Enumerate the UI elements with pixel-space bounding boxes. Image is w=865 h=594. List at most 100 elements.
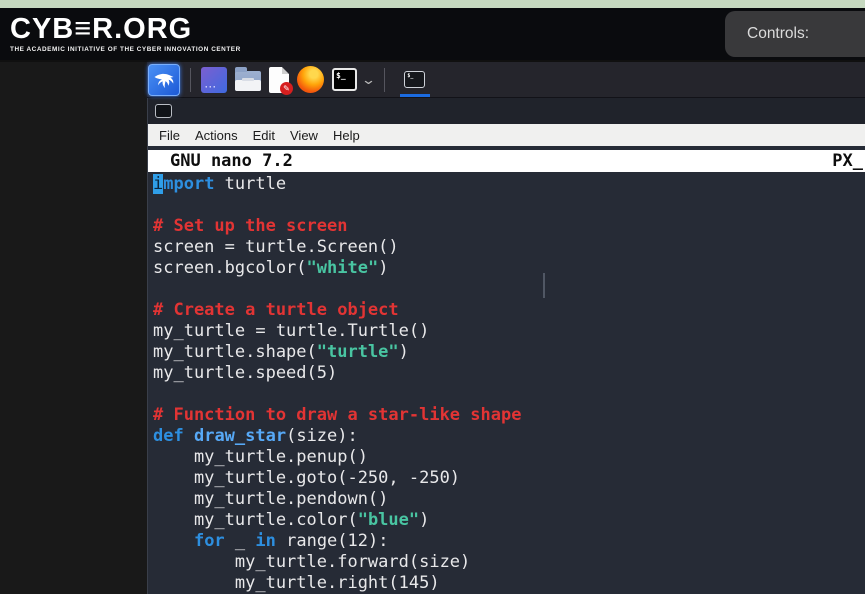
code-line: my_turtle.shape("turtle") xyxy=(153,342,865,363)
menu-item-edit[interactable]: Edit xyxy=(253,128,275,143)
code-line xyxy=(153,384,865,405)
code-token: _ xyxy=(225,531,256,551)
window-titlebar[interactable] xyxy=(148,98,865,124)
taskbar-separator xyxy=(190,68,191,92)
code-line: screen.bgcolor("white") xyxy=(153,258,865,279)
logo-part2: R.ORG xyxy=(92,13,192,45)
code-line: def draw_star(size): xyxy=(153,426,865,447)
code-line: my_turtle = turtle.Turtle() xyxy=(153,321,865,342)
code-line: my_turtle.pendown() xyxy=(153,489,865,510)
kali-dragon-icon xyxy=(152,68,176,92)
remote-screen: ··· ✎ $_ ⌄ $_ xyxy=(147,62,865,594)
code-line: # Create a turtle object xyxy=(153,300,865,321)
code-token: ) xyxy=(419,510,429,530)
code-line: # Function to draw a star-like shape xyxy=(153,405,865,426)
file-manager-button[interactable] xyxy=(235,68,261,91)
menu-item-file[interactable]: File xyxy=(159,128,180,143)
terminal-icon: $_ xyxy=(332,68,357,91)
terminal-launcher-button[interactable]: $_ xyxy=(332,68,357,91)
controls-button[interactable]: Controls: xyxy=(725,11,865,57)
folder-icon xyxy=(235,71,261,91)
code-token: my_turtle.goto(-250, -250) xyxy=(153,468,460,488)
code-line xyxy=(153,195,865,216)
nano-filename-label: PX_ xyxy=(832,151,863,171)
code-token: my_turtle.speed(5) xyxy=(153,363,337,383)
pencil-badge-icon: ✎ xyxy=(280,82,293,95)
taskbar-task-qterminal[interactable]: $_ xyxy=(395,62,435,97)
kali-launcher-button[interactable] xyxy=(148,64,180,96)
code-token: my_turtle.pendown() xyxy=(153,489,388,509)
code-token: range(12): xyxy=(276,531,389,551)
document-fold xyxy=(282,67,289,74)
code-token: ) xyxy=(399,342,409,362)
code-line: my_turtle.goto(-250, -250) xyxy=(153,468,865,489)
firefox-icon xyxy=(297,66,324,93)
code-token: (size): xyxy=(286,426,358,446)
code-token: # Function to draw a star-like shape xyxy=(153,405,521,425)
code-token: my_turtle.shape( xyxy=(153,342,317,362)
mouse-ibeam-cursor xyxy=(543,273,545,298)
code-token: ) xyxy=(378,258,388,278)
code-token xyxy=(153,531,194,551)
code-token: turtle xyxy=(214,174,286,194)
code-token: "turtle" xyxy=(317,342,399,362)
workspace-icon: ··· xyxy=(201,67,227,93)
terminal-window-icon xyxy=(155,104,172,118)
page-top-strip xyxy=(0,0,865,8)
code-line: # Set up the screen xyxy=(153,216,865,237)
code-line: my_turtle.color("blue") xyxy=(153,510,865,531)
text-cursor: i xyxy=(153,174,163,194)
terminal-window: File Actions Edit View Help GNU nano 7.2 PX_… xyxy=(147,98,865,594)
active-task-underline xyxy=(400,94,430,97)
firefox-button[interactable] xyxy=(297,66,324,93)
workspace-dots-glyph: ··· xyxy=(205,82,217,92)
code-token: my_turtle = turtle.Turtle() xyxy=(153,321,429,341)
logo-tagline: THE ACADEMIC INITIATIVE OF THE CYBER INN… xyxy=(10,46,241,53)
code-token: my_turtle.forward(size) xyxy=(153,552,470,572)
logo-title: CYB≡R.ORG xyxy=(10,15,241,44)
code-line: import turtle xyxy=(153,174,865,195)
code-token: def xyxy=(153,426,184,446)
code-token: "blue" xyxy=(358,510,419,530)
code-token: mport xyxy=(163,174,214,194)
code-token: draw_star xyxy=(194,426,286,446)
menu-item-help[interactable]: Help xyxy=(333,128,360,143)
site-header: CYB≡R.ORG THE ACADEMIC INITIATIVE OF THE… xyxy=(0,8,865,60)
menu-item-view[interactable]: View xyxy=(290,128,318,143)
code-token: my_turtle.penup() xyxy=(153,447,368,467)
code-area[interactable]: import turtle # Set up the screenscreen … xyxy=(148,172,865,594)
menu-bar: File Actions Edit View Help xyxy=(148,124,865,146)
document-editor-icon: ✎ xyxy=(269,67,289,93)
code-line: my_turtle.right(145) xyxy=(153,573,865,594)
code-line xyxy=(153,279,865,300)
code-token: for xyxy=(194,531,225,551)
cyber-org-logo: CYB≡R.ORG THE ACADEMIC INITIATIVE OF THE… xyxy=(0,15,241,53)
code-token: screen.bgcolor( xyxy=(153,258,307,278)
nano-titlebar: GNU nano 7.2 PX_ xyxy=(148,150,865,172)
code-token: in xyxy=(255,531,275,551)
code-line: my_turtle.speed(5) xyxy=(153,363,865,384)
code-line: my_turtle.forward(size) xyxy=(153,552,865,573)
logo-part1: CYB xyxy=(10,13,74,45)
code-token: # Create a turtle object xyxy=(153,300,399,320)
code-line: for _ in range(12): xyxy=(153,531,865,552)
code-token: my_turtle.color( xyxy=(153,510,358,530)
code-token: # Set up the screen xyxy=(153,216,347,236)
menu-item-actions[interactable]: Actions xyxy=(195,128,238,143)
active-task-terminal-icon: $_ xyxy=(404,71,425,88)
code-token: "white" xyxy=(307,258,379,278)
folder-front xyxy=(235,80,261,91)
code-token: screen = turtle.Screen() xyxy=(153,237,399,257)
text-editor-button[interactable]: ✎ xyxy=(269,67,289,93)
code-line: screen = turtle.Screen() xyxy=(153,237,865,258)
code-token xyxy=(184,426,194,446)
remote-desktop-area: ··· ✎ $_ ⌄ $_ xyxy=(0,60,865,594)
code-token: my_turtle.right(145) xyxy=(153,573,440,593)
terminal-content[interactable]: GNU nano 7.2 PX_ import turtle # Set up … xyxy=(148,146,865,594)
nano-version-label: GNU nano 7.2 xyxy=(170,151,293,171)
taskbar-separator xyxy=(384,68,385,92)
folder-slot xyxy=(242,78,254,81)
code-line: my_turtle.penup() xyxy=(153,447,865,468)
chevron-down-icon[interactable]: ⌄ xyxy=(361,72,376,88)
show-desktop-button[interactable]: ··· xyxy=(201,67,227,93)
